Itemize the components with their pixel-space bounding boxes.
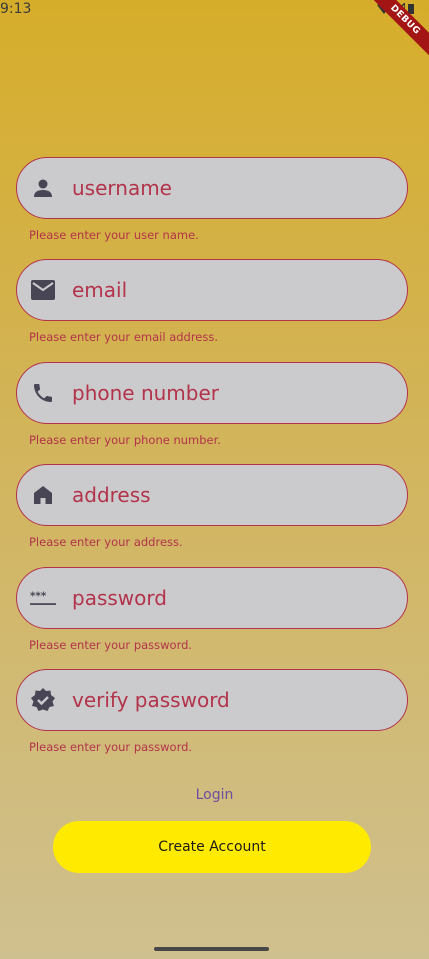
- verify-password-field[interactable]: [16, 669, 408, 731]
- phone-icon: [30, 380, 56, 406]
- password-field[interactable]: ***: [16, 567, 408, 629]
- address-field[interactable]: [16, 464, 408, 526]
- email-field[interactable]: [16, 259, 408, 321]
- phone-field-group: Please enter your phone number.: [16, 362, 408, 447]
- username-error: Please enter your user name.: [29, 228, 199, 242]
- phone-input[interactable]: [72, 378, 352, 408]
- address-field-group: Please enter your address.: [16, 464, 408, 549]
- home-indicator[interactable]: [154, 947, 269, 951]
- status-bar: 9:13 DEBUG: [0, 0, 429, 62]
- email-input[interactable]: [72, 275, 352, 305]
- password-input[interactable]: [72, 583, 352, 613]
- email-icon: [30, 277, 56, 303]
- password-error: Please enter your password.: [29, 638, 193, 652]
- phone-field[interactable]: [16, 362, 408, 424]
- verify-password-input[interactable]: [72, 685, 352, 715]
- home-icon: [30, 482, 56, 508]
- login-link[interactable]: Login: [0, 787, 429, 803]
- email-field-group: Please enter your email address.: [16, 259, 408, 344]
- username-field-group: Please enter your user name.: [16, 157, 408, 242]
- verified-icon: [30, 687, 56, 713]
- email-error: Please enter your email address.: [29, 330, 219, 344]
- person-icon: [30, 175, 56, 201]
- phone-error: Please enter your phone number.: [29, 433, 221, 447]
- password-icon: ***: [30, 585, 56, 611]
- username-field[interactable]: [16, 157, 408, 219]
- status-time: 9:13: [0, 1, 32, 17]
- username-input[interactable]: [72, 173, 352, 203]
- create-account-button[interactable]: Create Account: [53, 821, 371, 873]
- address-error: Please enter your address.: [29, 535, 183, 549]
- address-input[interactable]: [72, 480, 352, 510]
- verify-password-field-group: Please enter your password.: [16, 669, 408, 754]
- svg-text:***: ***: [30, 591, 47, 603]
- verify-password-error: Please enter your password.: [29, 740, 193, 754]
- password-field-group: *** Please enter your password.: [16, 567, 408, 652]
- debug-banner: DEBUG: [363, 0, 429, 62]
